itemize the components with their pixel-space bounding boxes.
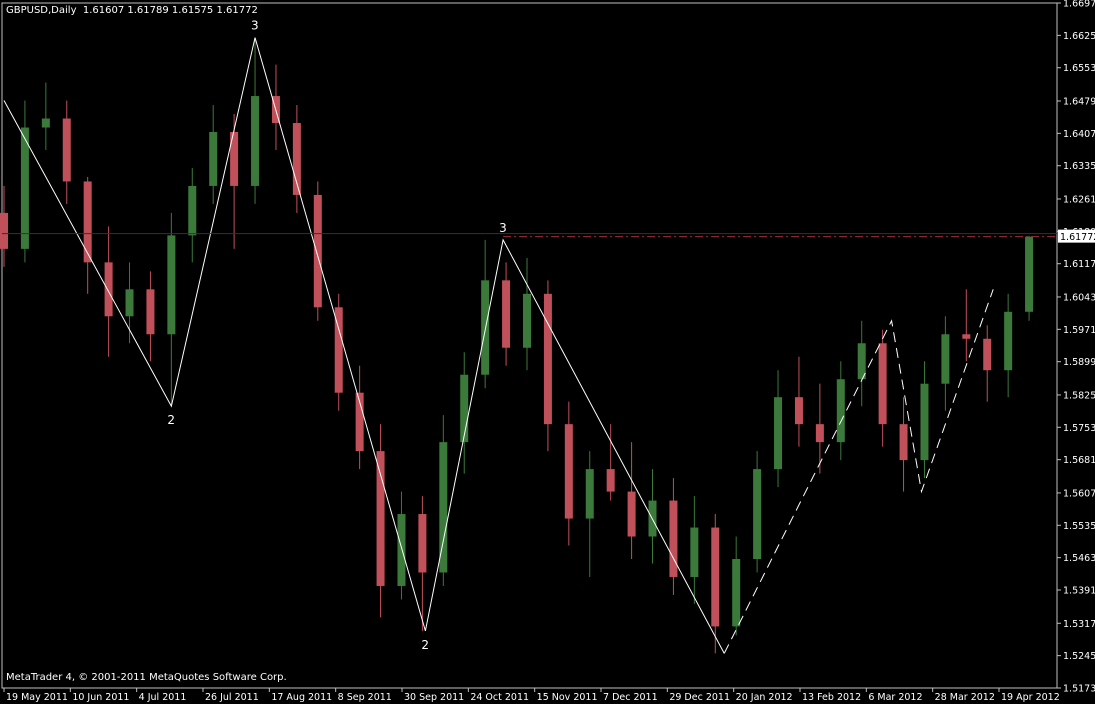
time-axis: 19 May 2011 10 Jun 2011 4 Jul 2011 26 Jul 2… <box>3 688 1060 703</box>
candle-body <box>376 451 385 586</box>
x-tick-label: 6 Mar 2012 <box>868 692 922 703</box>
y-tick-label: 1.59710 <box>1063 325 1095 336</box>
x-tick-label: 19 Apr 2012 <box>1001 692 1060 703</box>
candle-body <box>794 397 803 425</box>
candle-body <box>418 514 427 573</box>
y-tick-label: 1.53170 <box>1063 619 1095 630</box>
x-tick-label: 19 May 2011 <box>6 692 68 703</box>
price-axis: 1.66970 1.66250 1.65530 1.64790 1.64070 1.633… <box>1057 0 1095 695</box>
candle-body <box>41 118 50 128</box>
candle-body <box>83 181 92 263</box>
x-tick-label: 4 Jul 2011 <box>139 692 187 703</box>
price-chart[interactable]: 1.66970 1.66250 1.65530 1.64790 1.64070 1.633… <box>0 0 1095 704</box>
y-tick-label: 1.60430 <box>1063 292 1095 303</box>
y-tick-label: 1.55350 <box>1063 521 1095 532</box>
wave-solid-line <box>3 37 725 654</box>
candle-body <box>753 469 762 560</box>
wave-label: 2 <box>167 413 175 427</box>
y-tick-label: 1.66970 <box>1063 0 1095 10</box>
x-tick-label: 10 Jun 2011 <box>72 692 129 703</box>
symbol-label: GBPUSD,Daily <box>6 5 77 16</box>
candle-body <box>460 374 469 443</box>
y-tick-label: 1.56070 <box>1063 488 1095 499</box>
candle-body <box>522 293 531 348</box>
candle-body <box>962 334 971 339</box>
candle-body <box>0 212 8 249</box>
x-tick-label: 17 Aug 2011 <box>271 692 332 703</box>
candle-body <box>983 338 992 371</box>
current-price-line: 1.61772 <box>2 229 1095 243</box>
y-tick-label: 1.58250 <box>1063 390 1095 401</box>
y-tick-label: 1.61170 <box>1063 259 1095 270</box>
candle-body <box>543 293 552 425</box>
candle-body <box>941 334 950 384</box>
candle-body <box>209 131 218 186</box>
x-tick-label: 26 Jul 2011 <box>205 692 259 703</box>
y-tick-label: 1.57530 <box>1063 423 1095 434</box>
candle-body <box>1025 236 1034 312</box>
candle-body <box>125 289 134 317</box>
candles-layer <box>0 37 1034 654</box>
x-tick-label: 30 Sep 2011 <box>404 692 464 703</box>
y-tick-label: 1.62610 <box>1063 194 1095 205</box>
y-tick-label: 1.53910 <box>1063 586 1095 597</box>
x-tick-label: 20 Jan 2012 <box>736 692 793 703</box>
x-tick-label: 15 Nov 2011 <box>537 692 598 703</box>
candle-body <box>627 491 636 537</box>
y-tick-label: 1.51730 <box>1063 684 1095 695</box>
x-tick-label: 28 Mar 2012 <box>935 692 995 703</box>
y-tick-label: 1.56810 <box>1063 455 1095 466</box>
candle-body <box>481 280 490 375</box>
candle-body <box>836 379 845 443</box>
candle-body <box>313 194 322 308</box>
wave-label: 2 <box>421 638 429 652</box>
y-tick-label: 1.63350 <box>1063 161 1095 172</box>
chart-window[interactable]: 1.66970 1.66250 1.65530 1.64790 1.64070 1.633… <box>0 0 1095 704</box>
wave-lines: 2 3 2 3 <box>3 19 994 654</box>
x-tick-label: 13 Feb 2012 <box>802 692 861 703</box>
y-tick-label: 1.52450 <box>1063 651 1095 662</box>
candle-body <box>669 500 678 577</box>
copyright-text: MetaTrader 4, © 2001-2011 MetaQuotes Sof… <box>6 672 287 683</box>
wave-label: 3 <box>499 221 507 235</box>
candle-body <box>167 235 176 335</box>
wave-label: 3 <box>251 19 259 33</box>
chart-header: GBPUSD,Daily 1.61607 1.61789 1.61575 1.6… <box>6 5 258 16</box>
y-tick-label: 1.64790 <box>1063 96 1095 107</box>
candle-body <box>899 424 908 461</box>
y-tick-label: 1.54630 <box>1063 553 1095 564</box>
candle-body <box>815 424 824 443</box>
candle-body <box>251 96 260 186</box>
x-tick-label: 7 Dec 2011 <box>603 692 658 703</box>
candle-body <box>20 127 29 249</box>
candle-body <box>188 185 197 236</box>
candle-body <box>1004 311 1013 371</box>
candle-body <box>920 383 929 461</box>
x-tick-label: 24 Oct 2011 <box>470 692 529 703</box>
candle-body <box>62 118 71 182</box>
candle-body <box>711 527 720 627</box>
candle-body <box>564 424 573 519</box>
current-price-label: 1.61772 <box>1060 232 1095 243</box>
candle-body <box>502 280 511 348</box>
candle-body <box>146 289 155 335</box>
y-tick-label: 1.66250 <box>1063 31 1095 42</box>
candle-body <box>606 469 615 492</box>
ohlc-values: 1.61607 1.61789 1.61575 1.61772 <box>82 5 258 16</box>
x-tick-label: 8 Sep 2011 <box>338 692 392 703</box>
candle-body <box>104 262 113 317</box>
x-tick-label: 29 Dec 2011 <box>669 692 730 703</box>
candle-body <box>732 559 741 627</box>
y-tick-label: 1.64070 <box>1063 129 1095 140</box>
y-tick-label: 1.58990 <box>1063 357 1095 368</box>
candle-body <box>585 469 594 519</box>
candle-body <box>690 527 699 577</box>
candle-body <box>397 514 406 586</box>
candle-body <box>774 397 783 470</box>
candle-body <box>878 343 887 425</box>
y-tick-label: 1.65530 <box>1063 63 1095 74</box>
